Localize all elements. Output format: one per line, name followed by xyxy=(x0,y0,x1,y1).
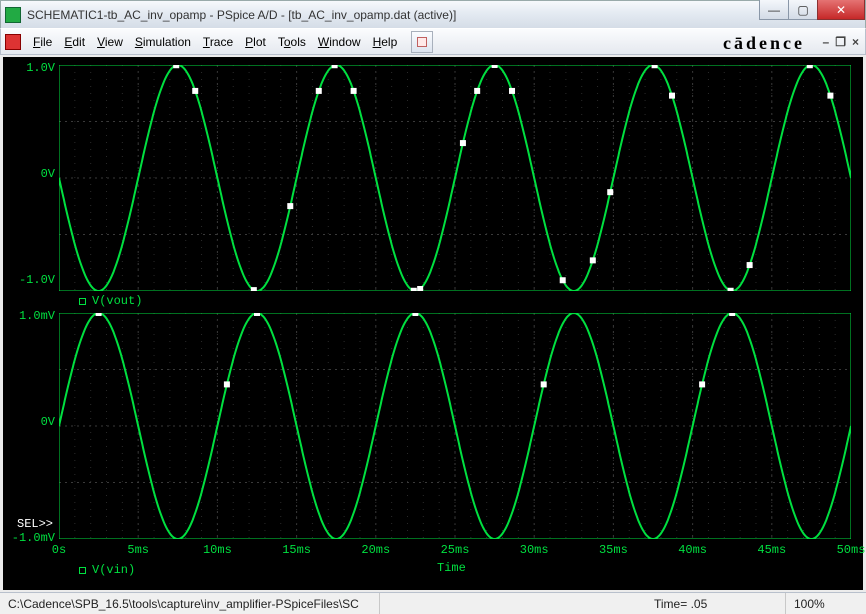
pspice-icon xyxy=(5,34,21,50)
menu-view[interactable]: View xyxy=(91,33,129,51)
xtick-8: 40ms xyxy=(678,543,707,557)
window-buttons: — ▢ ✕ xyxy=(760,0,865,21)
chart-vin[interactable] xyxy=(59,313,851,539)
ytick-top-3: -1.0V xyxy=(11,273,55,287)
toolbar-button[interactable] xyxy=(411,31,433,53)
xtick-4: 20ms xyxy=(361,543,390,557)
xtick-10: 50ms xyxy=(837,543,866,557)
xtick-9: 45ms xyxy=(757,543,786,557)
legend-vout-label: V(vout) xyxy=(92,294,142,308)
statusbar: C:\Cadence\SPB_16.5\tools\capture\inv_am… xyxy=(0,592,866,614)
window-title: SCHEMATIC1-tb_AC_inv_opamp - PSpice A/D … xyxy=(27,8,456,22)
chart-vout[interactable] xyxy=(59,65,851,291)
legend-vout[interactable]: V(vout) xyxy=(79,294,142,308)
menu-file[interactable]: File xyxy=(27,33,58,51)
sel-indicator: SEL>> xyxy=(17,517,53,531)
ytick-top-1: 1.0V xyxy=(11,61,55,75)
maximize-button[interactable]: ▢ xyxy=(788,0,818,20)
mdi-close[interactable]: × xyxy=(850,35,861,49)
toolbar-icon xyxy=(417,37,427,47)
status-zoom: 100% xyxy=(786,593,866,614)
status-path: C:\Cadence\SPB_16.5\tools\capture\inv_am… xyxy=(0,593,380,614)
brand-logo: cādence xyxy=(723,33,805,54)
window-titlebar: SCHEMATIC1-tb_AC_inv_opamp - PSpice A/D … xyxy=(0,0,866,28)
minimize-button[interactable]: — xyxy=(759,0,789,20)
ytick-top-2: 0V xyxy=(11,167,55,181)
xtick-0: 0s xyxy=(52,543,66,557)
ytick-bot-3: -1.0mV xyxy=(11,531,55,545)
legend-marker-icon xyxy=(79,298,86,305)
menu-edit[interactable]: Edit xyxy=(58,33,91,51)
xtick-2: 10ms xyxy=(203,543,232,557)
menu-trace[interactable]: Trace xyxy=(197,33,239,51)
ytick-bot-2: 0V xyxy=(11,415,55,429)
menu-window[interactable]: Window xyxy=(312,33,367,51)
menu-plot[interactable]: Plot xyxy=(239,33,272,51)
menu-tools[interactable]: Tools xyxy=(272,33,312,51)
plot-inner: 1.0V 0V -1.0V V(vout) 1.0mV 0V SEL>> -1.… xyxy=(7,61,859,586)
plot-container: 1.0V 0V -1.0V V(vout) 1.0mV 0V SEL>> -1.… xyxy=(3,57,863,590)
xtick-6: 30ms xyxy=(520,543,549,557)
legend-vin-label: V(vin) xyxy=(92,563,135,577)
close-button[interactable]: ✕ xyxy=(817,0,865,20)
status-time: Time= .05 xyxy=(646,593,786,614)
ytick-bot-1: 1.0mV xyxy=(11,309,55,323)
xtick-7: 35ms xyxy=(599,543,628,557)
menu-help[interactable]: Help xyxy=(367,33,404,51)
legend-marker-icon xyxy=(79,567,86,574)
mdi-minimize[interactable]: – xyxy=(821,35,832,49)
mdi-restore[interactable]: ❐ xyxy=(833,35,848,49)
xtick-3: 15ms xyxy=(282,543,311,557)
x-axis-title: Time xyxy=(437,561,466,575)
mdi-buttons: – ❐ × xyxy=(821,35,861,49)
app-icon xyxy=(5,7,21,23)
menu-simulation[interactable]: Simulation xyxy=(129,33,197,51)
xtick-5: 25ms xyxy=(441,543,470,557)
menubar: File Edit View Simulation Trace Plot Too… xyxy=(0,28,866,55)
legend-vin[interactable]: V(vin) xyxy=(79,563,135,577)
xtick-1: 5ms xyxy=(127,543,149,557)
